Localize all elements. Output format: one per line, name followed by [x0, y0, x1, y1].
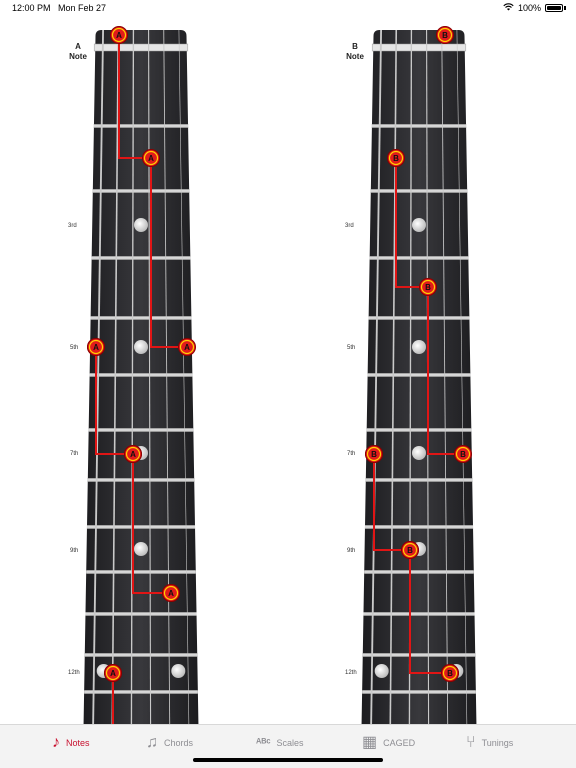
fret-wire: [365, 478, 473, 482]
tab-notes-label: Notes: [66, 738, 90, 748]
fret-wire: [364, 570, 474, 574]
fret-wire: [363, 612, 475, 616]
note-marker[interactable]: A: [124, 445, 142, 463]
tab-chords[interactable]: ♫ Chords: [146, 731, 193, 755]
fretboard-canvas: AAAAAAAAAAA BBBBBBBBBB: [83, 26, 477, 729]
tab-tunings[interactable]: ⑂ Tunings: [466, 731, 513, 755]
note-marker[interactable]: A: [104, 664, 122, 682]
note-marker-letter: B: [425, 283, 431, 292]
fret-wire: [93, 124, 189, 128]
tab-notes[interactable]: ♪ Notes: [52, 731, 90, 755]
inlay-dot: [374, 664, 389, 678]
fret-wire: [87, 478, 195, 482]
note-marker-letter: B: [442, 31, 448, 40]
fret-wire: [91, 256, 191, 260]
note-marker-letter: A: [130, 450, 136, 459]
tab-scales[interactable]: ᴬᴮᶜ Scales: [256, 731, 304, 755]
fret-wire: [84, 690, 198, 694]
fret-wire: [90, 316, 192, 320]
note-marker-letter: A: [93, 343, 99, 352]
tuning-fork-icon: ⑂: [466, 734, 476, 751]
neck-a-fretboard: AAAAAAAAAAA: [83, 26, 199, 729]
note-marker[interactable]: B: [454, 445, 472, 463]
fret-wire: [362, 690, 476, 694]
inlay-dot: [412, 218, 426, 232]
tab-chords-label: Chords: [164, 738, 194, 748]
inlay-dot: [171, 664, 186, 678]
note-marker[interactable]: A: [162, 584, 180, 602]
note-marker-letter: A: [110, 669, 116, 678]
nut: [371, 43, 467, 52]
note-marker[interactable]: B: [387, 149, 405, 167]
fret-wire: [371, 124, 467, 128]
home-indicator: [193, 758, 383, 762]
fret-wire: [86, 525, 196, 529]
chords-icon: ♫: [146, 734, 158, 751]
tab-tunings-label: Tunings: [481, 738, 514, 748]
fret-wire: [370, 189, 468, 193]
note-marker-letter: B: [407, 546, 413, 555]
fret-wire: [84, 653, 198, 657]
fret-wire: [89, 373, 193, 377]
note-marker[interactable]: B: [419, 278, 437, 296]
note-marker-letter: A: [184, 343, 190, 352]
fret-wire: [368, 316, 470, 320]
tab-caged[interactable]: ▦ CAGED: [362, 731, 415, 755]
neck-b-fretboard: BBBBBBBBBB: [361, 26, 477, 729]
grid-icon: ▦: [362, 734, 378, 751]
music-note-icon: ♪: [52, 734, 60, 751]
note-marker-letter: A: [168, 589, 174, 598]
fret-wire: [366, 428, 472, 432]
inlay-dot: [412, 340, 426, 354]
note-marker-letter: A: [148, 154, 154, 163]
note-marker-letter: B: [371, 450, 377, 459]
fret-wire: [86, 570, 196, 574]
inlay-dot: [134, 218, 148, 232]
note-marker[interactable]: B: [401, 541, 419, 559]
scales-icon: ᴬᴮᶜ: [256, 737, 271, 749]
fret-wire: [369, 256, 469, 260]
note-marker[interactable]: A: [178, 338, 196, 356]
tab-scales-label: Scales: [276, 738, 304, 748]
note-marker[interactable]: B: [436, 26, 454, 44]
note-marker[interactable]: A: [87, 338, 105, 356]
fret-wire: [364, 525, 474, 529]
fret-wire: [92, 189, 190, 193]
fret-wire: [88, 428, 194, 432]
fret-wire: [362, 653, 476, 657]
inlay-dot: [134, 340, 148, 354]
nut: [93, 43, 189, 52]
fret-wire: [367, 373, 471, 377]
note-marker[interactable]: B: [441, 664, 459, 682]
note-marker[interactable]: B: [365, 445, 383, 463]
inlay-dot: [412, 446, 426, 460]
inlay-dot: [134, 542, 148, 556]
tab-caged-label: CAGED: [383, 738, 416, 748]
note-marker[interactable]: A: [142, 149, 160, 167]
fret-wire: [85, 612, 197, 616]
note-marker-letter: B: [393, 154, 399, 163]
note-marker-letter: A: [116, 31, 122, 40]
note-marker-letter: B: [460, 450, 466, 459]
note-marker[interactable]: A: [110, 26, 128, 44]
note-marker-letter: B: [447, 669, 453, 678]
